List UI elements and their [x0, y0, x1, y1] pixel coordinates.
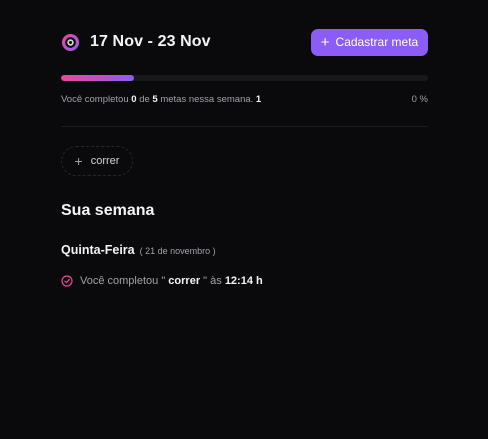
entry-prefix: Você completou " [80, 275, 166, 287]
day-heading: Quinta-Feira ( 21 de novembro ) [61, 243, 216, 257]
completed-goal-entry: Você completou " correr " às 12:14 h [61, 275, 263, 287]
pending-goal-button[interactable]: + correr [61, 146, 133, 176]
target-logo-icon [61, 33, 80, 51]
pending-goal-label: correr [90, 155, 120, 167]
progress-prefix: Você completou [61, 94, 129, 105]
day-name: Quinta-Feira [61, 243, 135, 257]
entry-goal-name: correr [168, 275, 201, 287]
progress-sentence: Você completou 0 de 5 metas nessa semana… [61, 94, 261, 105]
entry-middle: " às [203, 275, 222, 287]
completed-count: 0 [131, 94, 137, 105]
progress-summary: Você completou 0 de 5 metas nessa semana… [61, 94, 428, 105]
week-range: 17 Nov - 23 Nov [90, 33, 211, 50]
progress-bar-fill [61, 75, 135, 81]
create-goal-button[interactable]: + Cadastrar meta [311, 28, 428, 56]
progress-suffix: metas nessa semana. [160, 94, 254, 105]
create-goal-label: Cadastrar meta [335, 35, 419, 49]
plus-icon: + [74, 153, 83, 169]
progress-trailing-value: 1 [255, 94, 262, 105]
progress-bar [61, 75, 428, 81]
plus-icon: + [320, 33, 330, 51]
completed-goal-text: Você completou " correr " às 12:14 h [80, 275, 263, 287]
day-date: ( 21 de novembro ) [139, 246, 216, 256]
entry-time: 12:14 h [224, 275, 263, 287]
progress-percent: 0 % [411, 94, 428, 105]
total-count: 5 [152, 94, 158, 105]
header-left: 17 Nov - 23 Nov [61, 33, 211, 52]
progress-of: de [139, 94, 150, 105]
separator [61, 126, 428, 127]
week-section-title: Sua semana [61, 202, 155, 219]
app-root: 17 Nov - 23 Nov + Cadastrar meta Você co… [61, 0, 428, 439]
check-circle-icon [61, 275, 73, 287]
summary-header: 17 Nov - 23 Nov + Cadastrar meta [61, 28, 428, 56]
